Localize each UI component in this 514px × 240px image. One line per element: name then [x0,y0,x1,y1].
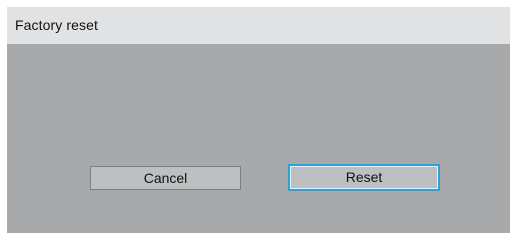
dialog-titlebar: Factory reset [7,7,510,44]
dialog-title: Factory reset [15,17,98,33]
factory-reset-dialog: Factory reset Cancel Reset [7,7,510,233]
cancel-button[interactable]: Cancel [90,166,241,190]
reset-button[interactable]: Reset [288,164,440,191]
